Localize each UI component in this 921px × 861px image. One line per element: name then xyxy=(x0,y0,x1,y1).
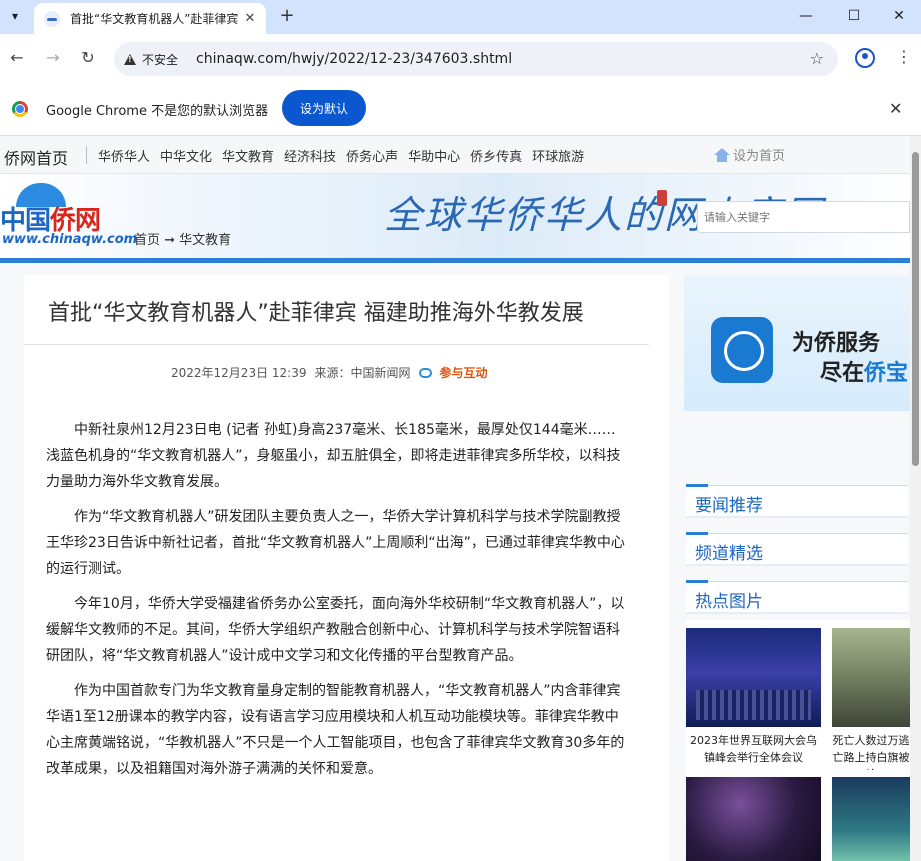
article-paragraph: 作为中国首款专门为华文教育量身定制的智能教育机器人，“华文教育机器人”内含菲律宾… xyxy=(46,683,625,777)
bookmark-star-icon[interactable]: ☆ xyxy=(810,49,824,68)
warning-icon xyxy=(124,53,136,65)
site-search-input[interactable] xyxy=(697,201,910,233)
article-source: 来源：中国新闻网 xyxy=(314,366,411,380)
tab-search-chevron-icon[interactable]: ▾ xyxy=(4,5,26,27)
ad-slogan-line1: 为侨服务 xyxy=(792,331,881,356)
tab-close-icon[interactable]: ✕ xyxy=(242,11,258,26)
site-favicon-icon xyxy=(44,10,60,27)
menu-kebab-icon[interactable]: ⋮ xyxy=(896,47,912,66)
banner-divider xyxy=(0,258,910,263)
article-paragraph: 今年10月，华侨大学受福建省侨务办公室委托，面向海外华校研制“华文教育机器人”，… xyxy=(46,596,625,664)
page-viewport: 侨网首页 华侨华人 中华文化 华文教育 经济科技 侨务心声 华助中心 侨乡传真 … xyxy=(0,136,910,861)
chrome-logo-icon xyxy=(12,101,28,117)
infobar-message: Google Chrome 不是您的默认浏览器 xyxy=(46,104,269,119)
default-browser-infobar: Google Chrome 不是您的默认浏览器 设为默认 ✕ xyxy=(0,82,921,136)
set-homepage-label: 设为首页 xyxy=(733,149,786,164)
address-bar[interactable]: 不安全 chinaqw.com/hwjy/2022/12-23/347603.s… xyxy=(114,42,838,76)
seal-stamp-icon xyxy=(657,190,667,206)
ad-slogan-line2-text: 尽在 xyxy=(820,361,865,386)
section-header-channels[interactable]: 频道精选 xyxy=(686,532,908,566)
nav-link-help[interactable]: 华助中心 xyxy=(408,146,460,165)
ad-slogan-line2: 尽在侨宝 xyxy=(820,355,908,387)
infobar-close-icon[interactable]: ✕ xyxy=(889,99,902,118)
security-label: 不安全 xyxy=(142,52,179,67)
section-header-photos[interactable]: 热点图片 xyxy=(686,580,908,614)
tab-active[interactable]: 首批“华文教育机器人”赴菲律宾 ✕ xyxy=(34,3,266,34)
forward-arrow-icon[interactable]: → xyxy=(42,47,64,69)
hot-photo-space[interactable] xyxy=(686,777,821,861)
nav-link-voice[interactable]: 侨务心声 xyxy=(346,146,398,165)
hot-photo-aurora[interactable] xyxy=(832,777,910,861)
nav-link-education[interactable]: 华文教育 xyxy=(222,146,274,165)
tab-bar: ▾ 首批“华文教育机器人”赴菲律宾 ✕ + — ☐ ✕ xyxy=(0,0,921,34)
photo-caption[interactable]: 死亡人数过万逃亡路上持白旗被枪 xyxy=(832,732,910,770)
nav-link-economy[interactable]: 经济科技 xyxy=(284,146,336,165)
page-scrollbar[interactable] xyxy=(910,136,921,861)
tab-title: 首批“华文教育机器人”赴菲律宾 xyxy=(70,12,239,26)
browser-toolbar: ← → ↻ 不安全 chinaqw.com/hwjy/2022/12-23/34… xyxy=(0,34,921,82)
minimize-icon[interactable]: — xyxy=(796,6,816,26)
site-top-nav: 侨网首页 华侨华人 中华文化 华文教育 经济科技 侨务心声 华助中心 侨乡传真 … xyxy=(0,136,910,174)
logo-url: www.chinaqw.com xyxy=(2,232,138,247)
section-title: 要闻推荐 xyxy=(695,496,763,516)
interact-label: 参与互动 xyxy=(439,366,488,380)
close-window-icon[interactable]: ✕ xyxy=(889,6,909,26)
article-paragraph: 作为“华文教育机器人”研发团队主要负责人之一，华侨大学计算机科学与技术学院副教授… xyxy=(46,509,625,577)
nav-link-culture[interactable]: 中华文化 xyxy=(160,146,212,165)
article-paragraph: 中新社泉州12月23日电 (记者 孙虹)身高237毫米、长185毫米，最厚处仅1… xyxy=(46,422,621,490)
url-text[interactable]: chinaqw.com/hwjy/2022/12-23/347603.shtml xyxy=(196,51,512,67)
article-title: 首批“华文教育机器人”赴菲律宾 福建助推海外华教发展 xyxy=(48,301,584,326)
security-indicator[interactable]: 不安全 xyxy=(124,51,178,68)
house-icon xyxy=(714,147,730,162)
qiaobao-ad-banner[interactable]: 为侨服务 尽在侨宝 xyxy=(684,275,910,411)
set-homepage-link[interactable]: 设为首页 xyxy=(714,145,785,164)
set-default-button[interactable]: 设为默认 xyxy=(282,90,366,126)
photo-caption[interactable]: 2023年世界互联网大会乌镇峰会举行全体会议 xyxy=(686,732,821,766)
maximize-icon[interactable]: ☐ xyxy=(844,6,864,26)
section-title: 热点图片 xyxy=(695,592,763,612)
section-header-news[interactable]: 要闻推荐 xyxy=(686,484,908,518)
breadcrumb[interactable]: 首页 ➞ 华文教育 xyxy=(134,229,231,248)
new-tab-button[interactable]: + xyxy=(276,5,298,27)
reload-icon[interactable]: ↻ xyxy=(77,47,99,69)
ad-slogan-brand: 侨宝 xyxy=(864,361,909,386)
back-arrow-icon[interactable]: ← xyxy=(6,47,28,69)
article-container: 首批“华文教育机器人”赴菲律宾 福建助推海外华教发展 2022年12月23日 1… xyxy=(24,275,669,861)
channel-links: 华侨华人 中华文化 华文教育 经济科技 侨务心声 华助中心 侨乡传真 环球旅游 xyxy=(98,146,594,165)
title-divider xyxy=(24,344,649,345)
article-body: 中新社泉州12月23日电 (记者 孙虹)身高237毫米、长185毫米，最厚处仅1… xyxy=(46,417,626,791)
section-title: 频道精选 xyxy=(695,544,763,564)
nav-link-hometown[interactable]: 侨乡传真 xyxy=(470,146,522,165)
nav-link-travel[interactable]: 环球旅游 xyxy=(532,146,584,165)
article-date: 2022年12月23日 12:39 xyxy=(171,366,307,380)
profile-avatar-icon[interactable] xyxy=(855,48,875,68)
nav-link-huaqiao[interactable]: 华侨华人 xyxy=(98,146,150,165)
hot-photo-refugees[interactable] xyxy=(832,628,910,727)
scrollbar-thumb[interactable] xyxy=(912,152,919,466)
site-banner: 中国侨网 www.chinaqw.com 首页 ➞ 华文教育 全球华侨华人的网上… xyxy=(0,174,910,263)
comment-bubble-icon xyxy=(418,367,432,378)
hot-photo-conference[interactable] xyxy=(686,628,821,727)
site-home-link[interactable]: 侨网首页 xyxy=(4,145,68,169)
article-meta: 2022年12月23日 12:39 来源：中国新闻网 参与互动 xyxy=(171,364,504,381)
qiaobao-app-icon xyxy=(711,317,773,383)
nav-divider xyxy=(86,146,87,164)
interact-link[interactable]: 参与互动 xyxy=(418,364,496,381)
